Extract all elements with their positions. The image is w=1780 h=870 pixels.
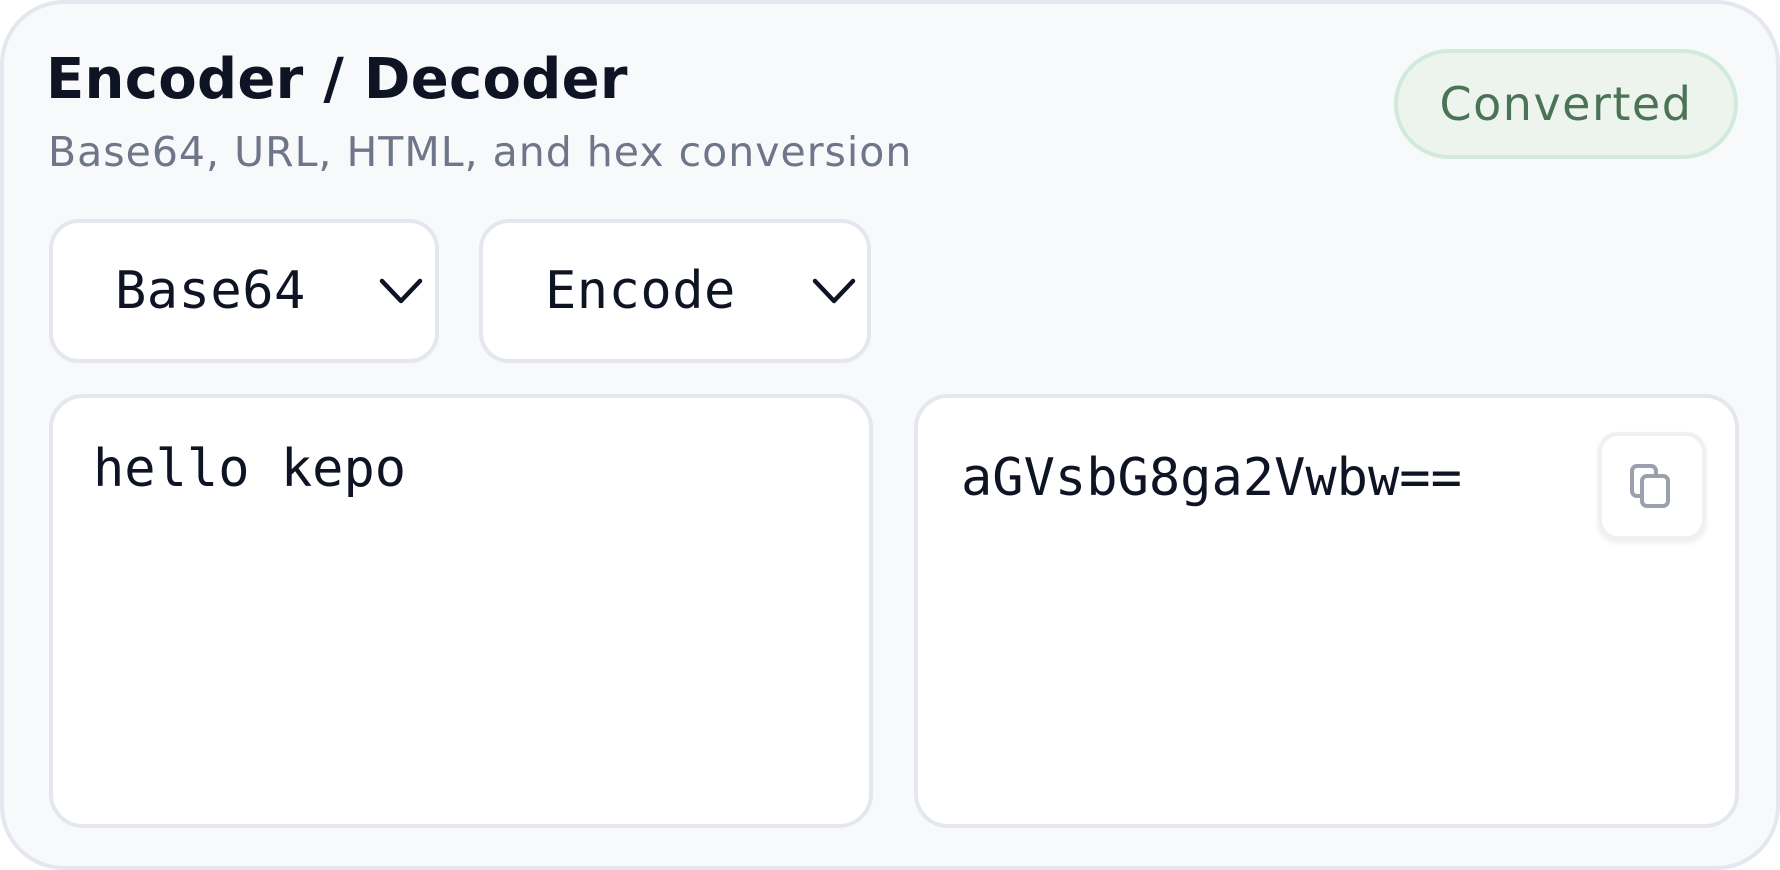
input-textarea[interactable] xyxy=(53,398,869,824)
encoder-decoder-card: Encoder / Decoder Base64, URL, HTML, and… xyxy=(0,0,1780,870)
chevron-down-icon xyxy=(812,278,856,304)
page-subtitle: Base64, URL, HTML, and hex conversion xyxy=(48,128,913,176)
mode-value: Encode xyxy=(545,261,736,321)
encoding-type-select[interactable]: Base64 xyxy=(49,219,439,363)
input-panel xyxy=(49,394,873,828)
copy-icon xyxy=(1630,464,1670,508)
encoding-type-value: Base64 xyxy=(115,261,306,321)
chevron-down-icon xyxy=(379,278,423,304)
mode-select[interactable]: Encode xyxy=(479,219,871,363)
status-badge: Converted xyxy=(1394,49,1738,159)
status-badge-label: Converted xyxy=(1439,77,1693,131)
page-title: Encoder / Decoder xyxy=(46,47,628,112)
output-text: aGVsbG8ga2Vwbw== xyxy=(961,448,1462,508)
copy-button[interactable] xyxy=(1598,432,1706,540)
output-panel: aGVsbG8ga2Vwbw== xyxy=(914,394,1739,828)
